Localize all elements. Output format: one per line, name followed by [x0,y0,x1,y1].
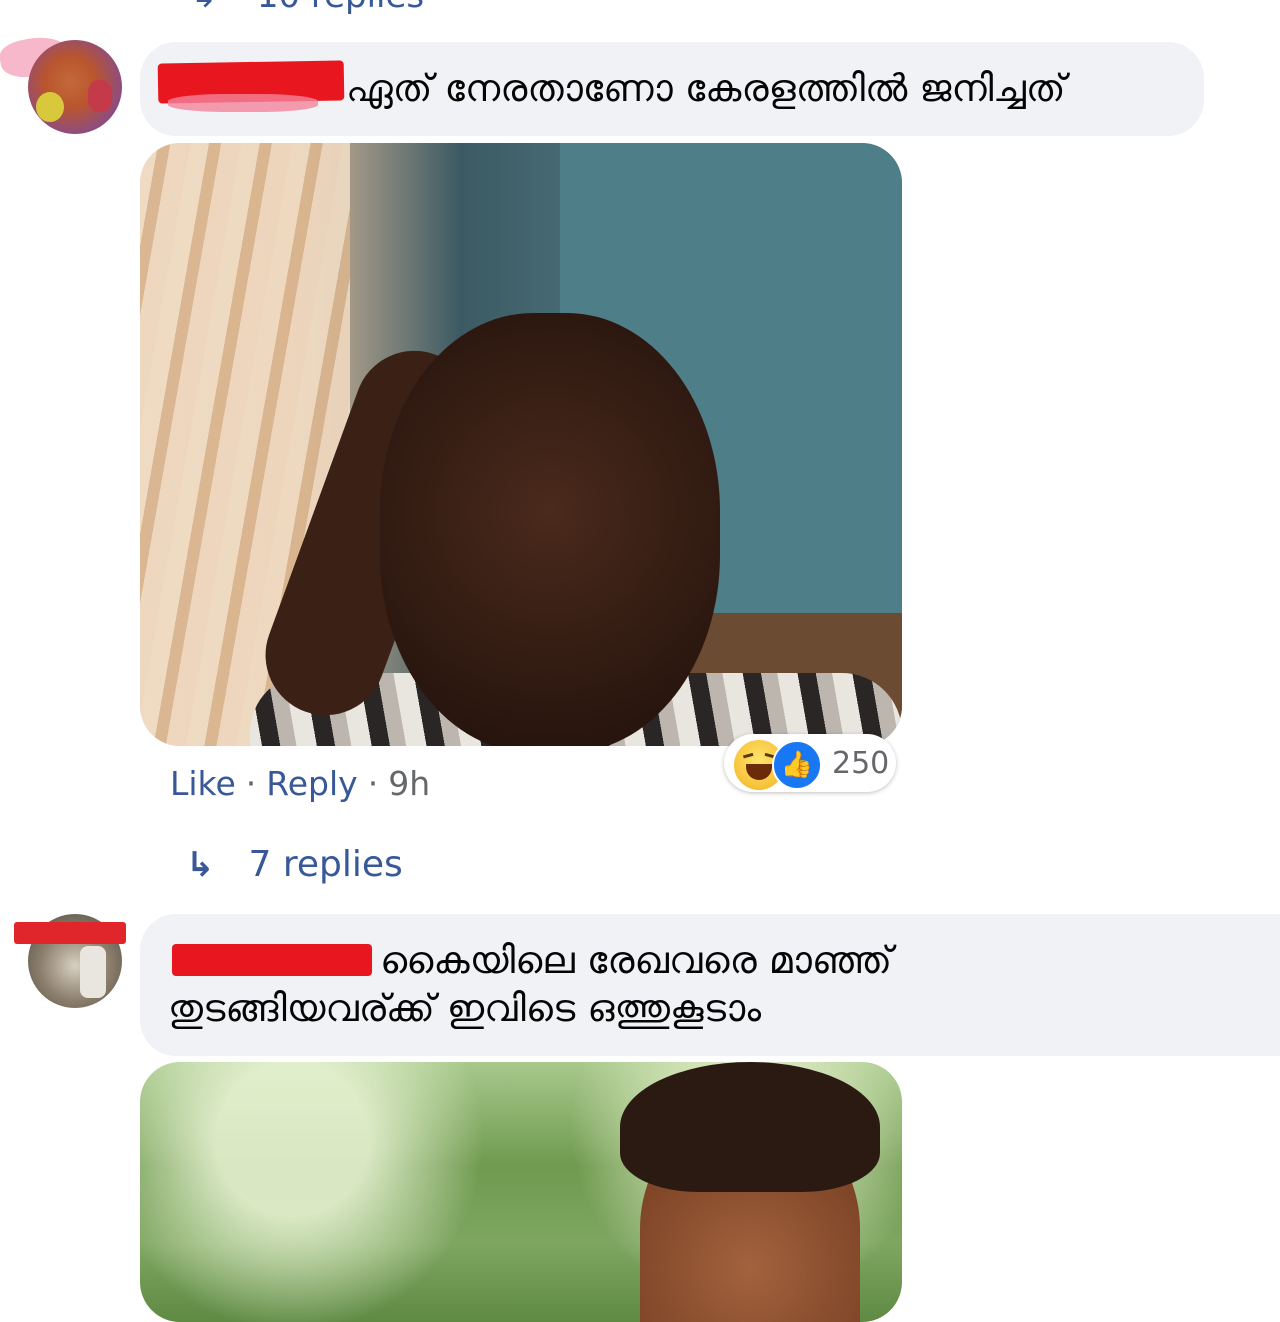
separator-dot: · [245,764,257,803]
separator-dot: · [367,764,379,803]
avatar-redaction [14,922,126,944]
reaction-count: 250 [832,746,890,781]
comment-image[interactable] [140,1062,902,1322]
comment-text: ഏത് നേരതാണോ കേരളത്തിൽ ജനിച്ചത് [346,66,1066,110]
comment-text-line1: കൈയിലെ രേഖവരെ മാഞ്ഞ് [380,938,893,982]
comment-image[interactable] [140,143,902,746]
comment-actions: Like · Reply · 9h [170,764,430,803]
replies-count-label: 7 replies [248,844,403,885]
redacted-author-name[interactable] [172,944,372,976]
reply-arrow-icon: ↳ [186,844,215,885]
comment-timestamp[interactable]: 9h [388,764,430,803]
avatar[interactable] [28,40,122,134]
redaction-smear [168,94,318,112]
comment-text-line2: തുടങ്ങിയവര്ക്ക് ഇവിടെ ഒത്തുകൂടാം [168,986,762,1030]
like-button[interactable]: Like [170,764,236,803]
reply-arrow-icon: ↳ [190,0,217,15]
reactions-summary[interactable]: 👍 250 [724,734,896,792]
previous-replies-link[interactable]: ↳ 10 replies [190,0,424,16]
previous-replies-label: 10 replies [257,0,424,16]
reply-button[interactable]: Reply [266,764,357,803]
view-replies-link[interactable]: ↳ 7 replies [186,844,403,885]
like-icon: 👍 [772,740,822,790]
